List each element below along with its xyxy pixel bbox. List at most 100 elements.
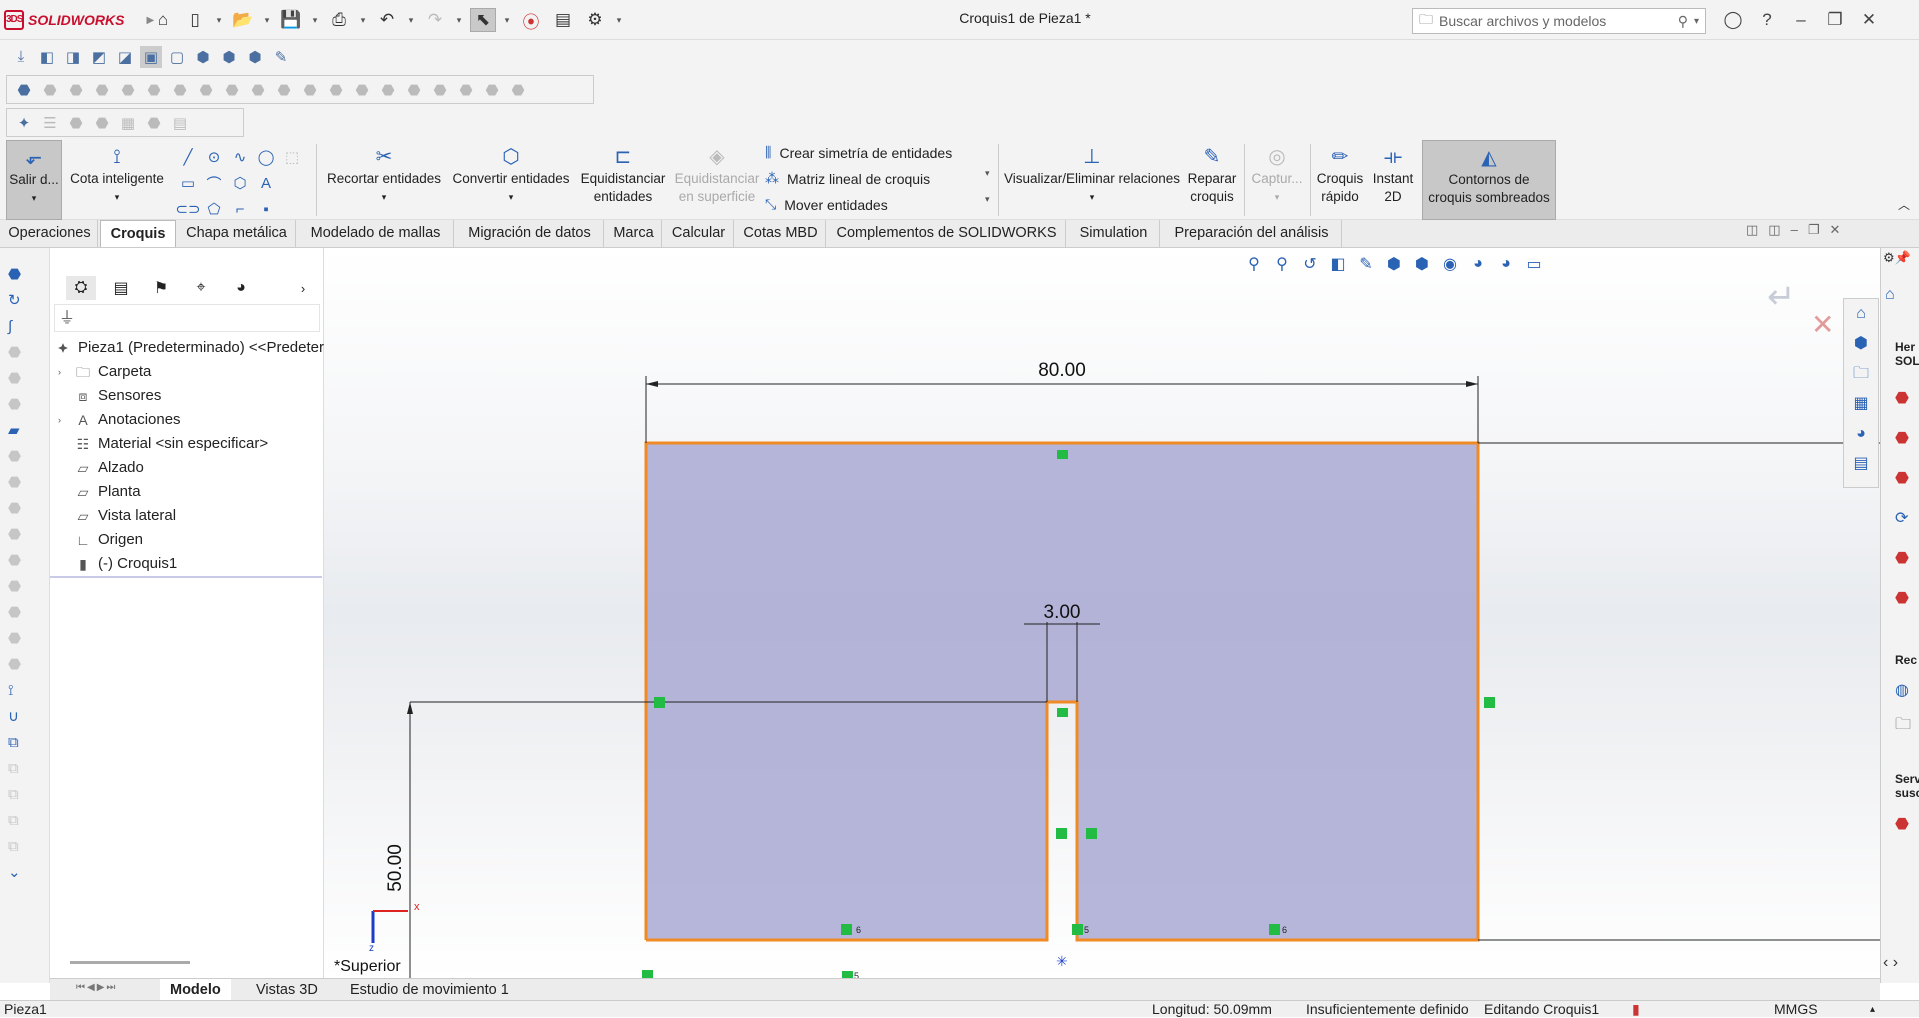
rail-draft-icon[interactable]: ⬣ — [8, 524, 30, 544]
rail-shell-icon[interactable]: ⬣ — [8, 550, 30, 570]
doc-restore-icon[interactable]: ❐ — [1808, 222, 1820, 238]
repair-sketch-button[interactable]: ✎ Reparar croquis — [1184, 140, 1240, 220]
view-dimetric-icon[interactable]: ⬢ — [218, 46, 240, 68]
display-manager-tab-icon[interactable]: ◕ — [226, 276, 256, 300]
view-iso-icon[interactable]: ⬢ — [192, 46, 214, 68]
status-units[interactable]: MMGS — [1774, 1001, 1818, 1018]
wrap-icon[interactable]: ⬣ — [299, 79, 321, 101]
move-body-icon[interactable]: ⬣ — [507, 79, 529, 101]
tree-item-croquis1[interactable]: ▮ (-) Croquis1 — [58, 552, 177, 576]
dimension-height[interactable]: 50.00 — [385, 844, 406, 892]
tree-item-planta[interactable]: ▱ Planta — [58, 480, 141, 504]
draft-icon[interactable]: ⬣ — [247, 79, 269, 101]
doc-close-icon[interactable]: ✕ — [1829, 222, 1840, 238]
tree-item-material[interactable]: ☷ Material <sin especificar> — [58, 432, 268, 456]
line-icon[interactable]: ╱ — [175, 144, 201, 170]
dimxpert-tab-icon[interactable]: ⌖ — [186, 276, 216, 300]
grid-icon[interactable]: ▦ — [117, 112, 139, 134]
convert-dropdown-icon[interactable]: ▾ — [509, 188, 514, 206]
text-icon[interactable]: A — [253, 170, 279, 196]
mirror-entities-button[interactable]: ⫼ Crear simetría de entidades — [765, 144, 952, 161]
prev-tab-icon[interactable]: ◀ — [87, 982, 95, 993]
tree-item-sensores[interactable]: ⧈ Sensores — [58, 384, 162, 408]
tab-simulation[interactable]: Simulation — [1068, 220, 1160, 247]
rail-rib-icon[interactable]: ⬣ — [8, 498, 30, 518]
search-input[interactable]: Buscar archivos y modelos — [1439, 13, 1672, 29]
rollback-bar[interactable] — [50, 576, 322, 578]
rail-feature-a-icon[interactable]: ⧉ — [8, 758, 30, 778]
view-top-icon[interactable]: ▣ — [140, 45, 162, 68]
pattern-icon[interactable]: ⬣ — [351, 79, 373, 101]
folder-open-icon[interactable]: 🗀 — [1895, 713, 1911, 740]
tab-modelo[interactable]: Modelo — [160, 979, 231, 1001]
tree-root[interactable]: 🟆 Pieza1 (Predeterminado) <<Predeter — [54, 336, 324, 360]
rail-instant3d-icon[interactable]: ⧉ — [8, 732, 30, 752]
view-right-icon[interactable]: ◪ — [114, 46, 136, 68]
appearances-icon[interactable]: ◕ — [1844, 419, 1878, 449]
rail-wrap-icon[interactable]: ⬣ — [8, 576, 30, 596]
rail-loft-icon[interactable]: ⬣ — [8, 342, 30, 362]
rectangle-icon[interactable]: ▭ — [175, 170, 201, 196]
exit-sketch-button[interactable]: ⬐ Salir d... ▾ — [6, 140, 62, 220]
task-pane-pin-icon[interactable]: ⚙📌 — [1883, 250, 1911, 266]
relation-origin[interactable] — [642, 970, 653, 978]
new-doc-icon[interactable]: ⬣ — [1895, 588, 1909, 608]
convert-entities-button[interactable]: ⬡ Convertir entidades ▾ — [448, 140, 574, 220]
help-icon[interactable]: ? — [1750, 6, 1784, 34]
shell-icon[interactable]: ⬣ — [221, 79, 243, 101]
quick-sketch-button[interactable]: ✏ Croquis rápido — [1314, 140, 1366, 220]
config-manager-tab-icon[interactable]: ⚑ — [146, 276, 176, 300]
tab-cotas-mbd[interactable]: Cotas MBD — [736, 220, 826, 247]
relation-horizontal-bottom[interactable] — [842, 971, 853, 978]
relation-bottom-right[interactable] — [1269, 924, 1280, 935]
cut-icon[interactable]: ⬣ — [117, 79, 139, 101]
smart-dimension-button[interactable]: ⟟ Cota inteligente ▾ — [66, 140, 168, 220]
rail-pattern-icon[interactable]: ⬣ — [8, 628, 30, 648]
sketch-region-left[interactable] — [646, 443, 1047, 940]
tab-modelado-mallas[interactable]: Modelado de mallas — [298, 220, 454, 247]
relation-vertical-left[interactable] — [654, 697, 665, 708]
polygon-icon[interactable]: ⬡ — [227, 170, 253, 196]
globe-icon[interactable]: ◍ — [1895, 680, 1909, 700]
tree-item-alzado[interactable]: ▱ Alzado — [58, 456, 144, 480]
rail-sweep-icon[interactable]: ∫ — [8, 316, 30, 336]
rail-revolve-icon[interactable]: ↻ — [8, 290, 30, 310]
expand-icon[interactable]: › — [58, 360, 68, 384]
reference-icon[interactable]: ⬣ — [429, 79, 451, 101]
arc-icon[interactable]: ⌒ — [201, 170, 227, 196]
tab-scroll-controls[interactable]: ⏮ ◀ ▶ ⏭ — [76, 982, 115, 993]
solid-icon[interactable]: ⬣ — [143, 112, 165, 134]
table-icon[interactable]: ▤ — [169, 112, 191, 134]
file-explorer-icon[interactable]: 🗀 — [1844, 359, 1878, 389]
view-bottom-icon[interactable]: ▢ — [166, 46, 188, 68]
hole-icon[interactable]: ⬣ — [273, 79, 295, 101]
tab-marca[interactable]: Marca — [606, 220, 662, 247]
dimension-width[interactable]: 80.00 — [1038, 360, 1086, 381]
fillet-icon[interactable]: ⬣ — [143, 79, 165, 101]
rail-curves-icon[interactable]: ∪ — [8, 706, 30, 726]
tab-preparacion-analisis[interactable]: Preparación del análisis — [1162, 220, 1342, 247]
tree-item-vista-lateral[interactable]: ▱ Vista lateral — [58, 504, 177, 528]
solidworks-resources-icon[interactable]: ⌂ — [1844, 299, 1878, 329]
split-icon[interactable]: ⬣ — [455, 79, 477, 101]
units-dropdown-icon[interactable]: ▴ — [1870, 1001, 1875, 1018]
view-palette-icon[interactable]: ▦ — [1844, 389, 1878, 419]
shaded-contours-button[interactable]: ◭ Contornos de croquis sombreados — [1422, 140, 1556, 220]
design-library-icon[interactable]: ⬢ — [1844, 329, 1878, 359]
tree-scrollbar[interactable] — [70, 961, 190, 964]
offset-surface-button[interactable]: ◈ Equidistanciar en superficie — [672, 140, 762, 220]
revolve-icon[interactable]: ⬣ — [39, 79, 61, 101]
sketch-region-top[interactable] — [1047, 443, 1077, 702]
sketch-region-right[interactable] — [1077, 443, 1478, 940]
display-relations-button[interactable]: ⊥ Visualizar/Eliminar relaciones ▾ — [1002, 140, 1182, 220]
rail-fillet-icon[interactable]: ⬣ — [8, 446, 30, 466]
expand-icon[interactable]: › — [58, 408, 68, 432]
ellipse-icon[interactable]: ◯ — [253, 144, 279, 170]
tab-croquis[interactable]: Croquis — [100, 220, 176, 247]
capture-button[interactable]: ◎ Captur... ▾ — [1248, 140, 1306, 220]
tab-estudio-movimiento[interactable]: Estudio de movimiento 1 — [340, 979, 519, 1001]
new-assembly-icon[interactable]: ⬣ — [1895, 428, 1909, 448]
view-back-icon[interactable]: ◨ — [62, 46, 84, 68]
chamfer-sketch-icon[interactable]: ⌐ — [227, 196, 253, 222]
sweep-icon[interactable]: ⬣ — [65, 79, 87, 101]
